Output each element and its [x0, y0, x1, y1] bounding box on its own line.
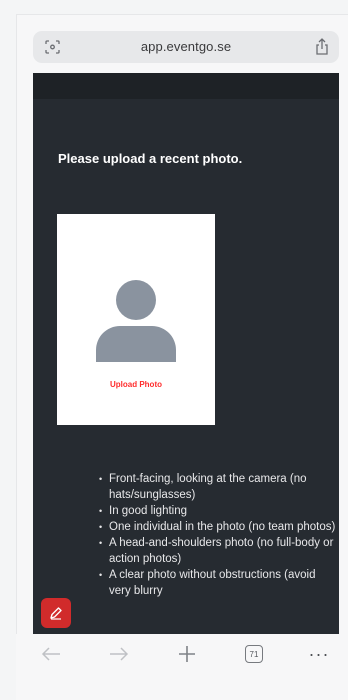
guideline-item: A head-and-shoulders photo (no full-body… — [99, 535, 339, 567]
guideline-item: One individual in the photo (no team pho… — [99, 519, 339, 535]
guideline-item: In good lighting — [99, 503, 339, 519]
page-title: Please upload a recent photo. — [58, 151, 243, 166]
upload-photo-label[interactable]: Upload Photo — [57, 380, 215, 389]
pencil-icon — [50, 607, 62, 620]
arrow-left-icon — [41, 647, 60, 661]
page-content: Please upload a recent photo. Upload Pho… — [33, 73, 339, 634]
forward-button[interactable] — [102, 640, 136, 668]
new-tab-button[interactable] — [170, 640, 204, 668]
more-button[interactable]: ··· — [302, 640, 336, 668]
photo-guidelines-list: Front-facing, looking at the camera (no … — [99, 471, 339, 599]
guideline-item: A clear photo without obstructions (avoi… — [99, 567, 339, 599]
url-text[interactable]: app.eventgo.se — [33, 31, 339, 63]
arrow-right-icon — [110, 647, 129, 661]
person-silhouette-icon — [96, 280, 176, 362]
browser-toolbar: 71 ··· — [16, 634, 348, 700]
guideline-item: Front-facing, looking at the camera (no … — [99, 471, 339, 503]
tab-count: 71 — [245, 645, 263, 663]
more-dots-icon: ··· — [308, 644, 330, 664]
address-bar[interactable]: app.eventgo.se — [33, 31, 339, 63]
upload-photo-area[interactable]: Upload Photo — [57, 214, 215, 425]
edit-fab-button[interactable] — [41, 598, 71, 628]
page-header-band — [33, 73, 339, 99]
back-button[interactable] — [34, 640, 68, 668]
browser-frame: app.eventgo.se Please upload a recent ph… — [0, 0, 348, 700]
plus-icon — [179, 646, 195, 662]
tabs-button[interactable]: 71 — [237, 640, 271, 668]
share-icon[interactable] — [315, 38, 329, 56]
